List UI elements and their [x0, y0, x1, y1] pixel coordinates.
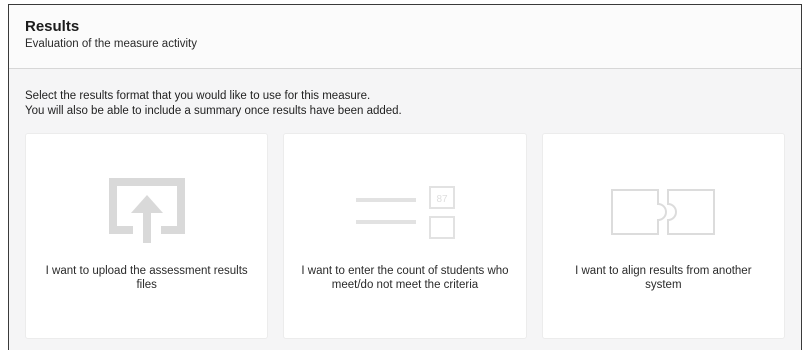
- instruction-line-2: You will also be able to include a summa…: [25, 105, 402, 117]
- align-results-label: I want to align results from another sys…: [575, 265, 752, 291]
- instructions: Select the results format that you would…: [25, 89, 785, 119]
- instruction-line-1: Select the results format that you would…: [25, 90, 371, 102]
- enter-count-option[interactable]: 87 I want to enter the count of students…: [283, 133, 527, 339]
- enter-count-label: I want to enter the count of students wh…: [301, 265, 509, 291]
- page-title: Results: [25, 18, 80, 35]
- align-results-option[interactable]: I want to align results from another sys…: [541, 133, 785, 339]
- puzzle-align-icon: [543, 174, 784, 249]
- upload-icon: [26, 174, 267, 249]
- results-format-options: I want to upload the assessment results …: [25, 133, 785, 339]
- upload-results-option[interactable]: I want to upload the assessment results …: [25, 133, 269, 339]
- count-entry-icon: 87: [284, 174, 525, 249]
- count-entry-icon-number: 87: [436, 194, 448, 205]
- results-header: Results Evaluation of the measure activi…: [9, 5, 801, 69]
- results-panel: Results Evaluation of the measure activi…: [8, 4, 802, 350]
- upload-results-label: I want to upload the assessment results …: [45, 265, 248, 291]
- results-body: Select the results format that you would…: [9, 69, 801, 350]
- page-subtitle: Evaluation of the measure activity: [25, 38, 197, 50]
